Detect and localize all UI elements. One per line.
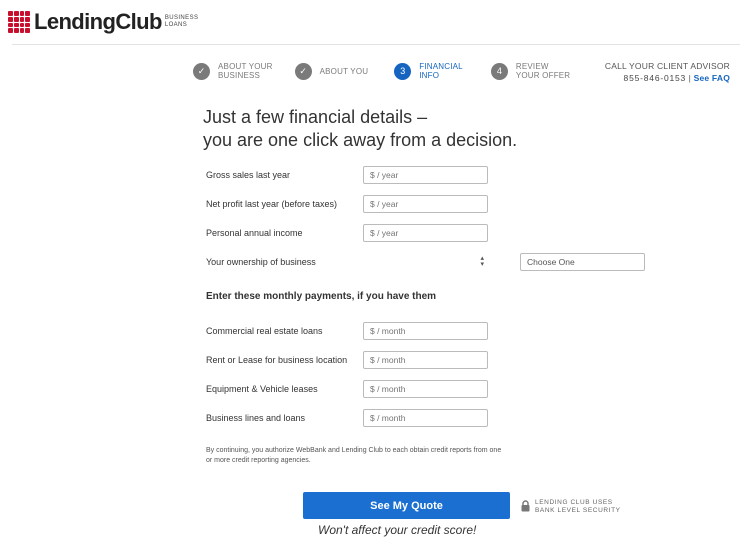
step-label: ABOUT YOUR BUSINESS — [218, 62, 273, 80]
step-label: ABOUT YOU — [319, 66, 369, 76]
separator: | — [688, 73, 692, 83]
monthly-payments-heading: Enter these monthly payments, if you hav… — [206, 291, 437, 302]
step-number-icon: 4 — [490, 62, 508, 80]
logo-mark-icon — [8, 11, 30, 33]
ownership-row: Your ownership of business Choose One ▴ ▾ — [206, 253, 645, 273]
checkmark-icon: ✓ — [193, 62, 210, 80]
credit-score-note: Won't affect your credit score! — [318, 523, 477, 537]
rent-lease-row: Rent or Lease for business location — [206, 351, 490, 371]
step-number-icon: 3 — [394, 62, 412, 80]
personal-income-row: Personal annual income — [206, 224, 490, 244]
personal-income-input[interactable] — [363, 224, 488, 242]
advisor-title: CALL YOUR CLIENT ADVISOR — [604, 61, 730, 71]
header-divider — [12, 44, 740, 45]
site-header: LendingClub BUSINESS LOANS — [0, 0, 750, 44]
personal-income-label: Personal annual income — [206, 228, 303, 238]
rent-lease-label: Rent or Lease for business location — [206, 355, 348, 365]
lock-icon — [521, 500, 530, 512]
step-about-business: ✓ ABOUT YOUR BUSINESS — [193, 62, 273, 80]
step-review-offer: 4 REVIEW YOUR OFFER — [490, 62, 571, 80]
ownership-select-wrapper: Choose One ▴ ▾ — [363, 253, 645, 273]
brand-name: LendingClub — [34, 9, 162, 34]
advisor-phone[interactable]: 855-846-0153 — [624, 73, 687, 83]
rent-lease-input[interactable] — [363, 351, 488, 369]
progress-steps: ✓ ABOUT YOUR BUSINESS ✓ ABOUT YOU 3 FINAN… — [193, 62, 592, 80]
ownership-label: Your ownership of business — [206, 257, 316, 267]
lendingclub-logo[interactable]: LendingClub BUSINESS LOANS — [8, 9, 198, 35]
gross-sales-input[interactable] — [363, 166, 488, 184]
step-label: FINANCIAL INFO — [419, 62, 463, 80]
security-note: LENDING CLUB USES BANK LEVEL SECURITY — [535, 499, 621, 514]
ownership-select[interactable]: Choose One — [520, 253, 645, 271]
brand-subtitle: BUSINESS LOANS — [164, 15, 199, 28]
page-title: Just a few financial details – you are o… — [203, 107, 518, 150]
net-profit-row: Net profit last year (before taxes) — [206, 195, 490, 215]
faq-link[interactable]: See FAQ — [694, 73, 730, 83]
step-financial-info: 3 FINANCIAL INFO — [394, 62, 463, 80]
gross-sales-label: Gross sales last year — [206, 170, 291, 180]
see-my-quote-button[interactable]: See My Quote — [303, 492, 510, 519]
select-arrows-icon: ▴ ▾ — [480, 255, 484, 268]
client-advisor: CALL YOUR CLIENT ADVISOR 855-846-0153 | … — [605, 60, 730, 84]
commercial-re-input[interactable] — [363, 322, 488, 340]
equipment-leases-row: Equipment & Vehicle leases — [206, 380, 490, 400]
checkmark-icon: ✓ — [294, 62, 312, 80]
business-lines-label: Business lines and loans — [206, 413, 306, 423]
credit-disclaimer: By continuing, you authorize WebBank and… — [206, 447, 502, 464]
business-lines-row: Business lines and loans — [206, 409, 490, 429]
commercial-re-label: Commercial real estate loans — [206, 326, 323, 336]
business-lines-input[interactable] — [363, 409, 488, 427]
step-label: REVIEW YOUR OFFER — [515, 62, 571, 80]
gross-sales-row: Gross sales last year — [206, 166, 490, 186]
equipment-leases-input[interactable] — [363, 380, 488, 398]
net-profit-label: Net profit last year (before taxes) — [206, 199, 338, 209]
equipment-leases-label: Equipment & Vehicle leases — [206, 384, 318, 394]
step-about-you: ✓ ABOUT YOU — [294, 62, 369, 80]
commercial-re-row: Commercial real estate loans — [206, 322, 490, 342]
net-profit-input[interactable] — [363, 195, 488, 213]
